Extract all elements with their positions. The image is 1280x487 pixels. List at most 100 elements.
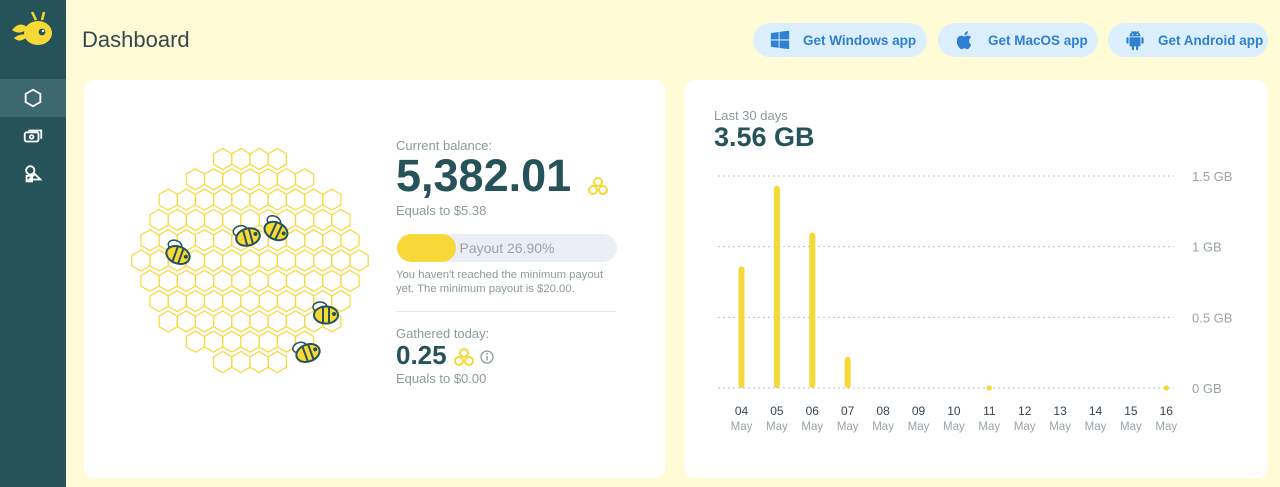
honeycomb-cell <box>240 249 260 272</box>
x-tick-month: May <box>1120 421 1142 433</box>
honeycomb-cell <box>167 289 187 313</box>
honeycomb-cell <box>140 269 160 292</box>
honeycomb-cell <box>222 168 242 191</box>
x-tick-month: May <box>1014 421 1036 433</box>
bee-logo[interactable] <box>8 10 56 50</box>
page-title: Dashboard <box>82 27 190 52</box>
chart-bar <box>986 385 992 391</box>
android-icon <box>1126 31 1144 51</box>
apple-icon <box>956 31 972 50</box>
honeycomb-cell <box>158 269 178 292</box>
honey-coin-icon <box>454 348 474 366</box>
info-icon[interactable] <box>480 350 494 364</box>
honeycomb-cell <box>185 289 206 313</box>
x-tick-label: 14 <box>1089 404 1103 418</box>
honeycomb-cell <box>194 310 215 333</box>
honeycomb-cell <box>231 310 251 333</box>
minimum-payout-note: You haven't reached the minimum payout y… <box>396 269 604 295</box>
honeycomb-cell <box>249 269 269 292</box>
android-app-label: Get Android app <box>1158 32 1264 48</box>
divider <box>396 311 616 312</box>
honeycomb-cell <box>322 269 342 292</box>
honeycomb-cell <box>340 229 360 252</box>
honeycomb-cell <box>267 269 287 292</box>
honeycomb-cell <box>267 188 287 211</box>
shapes-icon <box>25 165 43 183</box>
x-tick-month: May <box>766 421 788 433</box>
macos-app-button[interactable]: Get MacOS app <box>938 23 1098 57</box>
honeycomb-cell <box>176 269 197 292</box>
x-tick-label: 05 <box>770 404 784 418</box>
honeycomb-cell <box>313 208 333 232</box>
chart-bar <box>1163 385 1169 391</box>
honeycomb-cell <box>294 249 315 272</box>
honeycomb-cell <box>276 289 297 313</box>
traffic-bar-chart: 1.5 GB 1 GB 0.5 GB 0 GB 04 May 05 May 06 May 07 May… <box>718 169 1232 433</box>
honeycomb-cell <box>194 269 215 292</box>
x-tick-label: 09 <box>912 404 926 418</box>
y-tick-label: 1 GB <box>1192 240 1222 255</box>
chart-bar <box>738 266 745 388</box>
x-tick-month: May <box>872 421 894 433</box>
nav-shapes[interactable] <box>0 155 66 193</box>
honeycomb-cell <box>240 168 260 191</box>
money-icon <box>23 129 43 143</box>
nav-payouts[interactable] <box>0 117 66 155</box>
honeycomb-cell <box>294 289 315 313</box>
honeycomb-cell <box>158 188 178 211</box>
honeycomb-cell <box>212 310 233 333</box>
honeycomb-cell <box>304 229 324 252</box>
y-tick-label: 0 GB <box>1192 381 1222 396</box>
honeycomb-cell <box>212 147 233 171</box>
honeycomb-cell <box>240 330 260 353</box>
honeycomb-cell <box>249 147 269 171</box>
honeycomb-cell <box>258 249 278 272</box>
payout-progress-text: Payout 26.90% <box>459 240 555 256</box>
honeycomb-cell <box>222 289 242 313</box>
windows-app-label: Get Windows app <box>803 32 917 48</box>
nav-dashboard[interactable] <box>0 79 66 117</box>
x-tick-month: May <box>1049 421 1071 433</box>
honeycomb-cell <box>249 310 269 333</box>
hexagon-icon <box>24 88 42 108</box>
x-tick-month: May <box>837 421 859 433</box>
honeycomb-cell <box>185 208 206 232</box>
honeycomb-cell <box>322 229 342 252</box>
honeycomb-cell <box>304 269 324 292</box>
current-balance-value: 5,382.01 <box>396 150 572 201</box>
honeycomb-cell <box>212 229 233 252</box>
android-app-button[interactable]: Get Android app <box>1108 23 1268 57</box>
honeycomb-cell <box>203 168 224 191</box>
honeycomb-cell <box>158 310 178 333</box>
windows-app-button[interactable]: Get Windows app <box>753 23 927 57</box>
bee-illustration <box>165 239 191 265</box>
chart-bar <box>844 356 851 388</box>
honeycomb-cell <box>212 188 233 211</box>
honeycomb-cell <box>249 350 269 374</box>
honeycomb-cell <box>203 249 224 272</box>
honey-coin-icon <box>588 177 608 195</box>
honeycomb-cell <box>285 229 306 252</box>
x-tick-label: 08 <box>876 404 890 418</box>
honeycomb-cell <box>185 168 206 191</box>
honeycomb-cell <box>176 310 197 333</box>
y-tick-label: 0.5 GB <box>1192 310 1232 325</box>
honeycomb-cell <box>149 289 169 313</box>
x-tick-month: May <box>908 421 930 433</box>
honeycomb-cell <box>285 188 306 211</box>
honeycomb-cell <box>194 229 215 252</box>
honeycomb-cell <box>349 249 369 272</box>
x-tick-label: 16 <box>1160 404 1174 418</box>
honeycomb-cell <box>194 188 215 211</box>
x-tick-label: 10 <box>947 404 961 418</box>
chart-bar <box>773 185 780 388</box>
honeycomb-cell <box>222 249 242 272</box>
honeycomb-cell <box>276 249 297 272</box>
honeycomb-cell <box>331 249 351 272</box>
honeycomb-cell <box>231 269 251 292</box>
x-tick-label: 13 <box>1053 404 1067 418</box>
honeycomb-cell <box>267 350 287 374</box>
payout-progress-bar: Payout 26.90% <box>397 234 617 262</box>
honeycomb-cell <box>185 330 206 353</box>
x-tick-month: May <box>978 421 1000 433</box>
